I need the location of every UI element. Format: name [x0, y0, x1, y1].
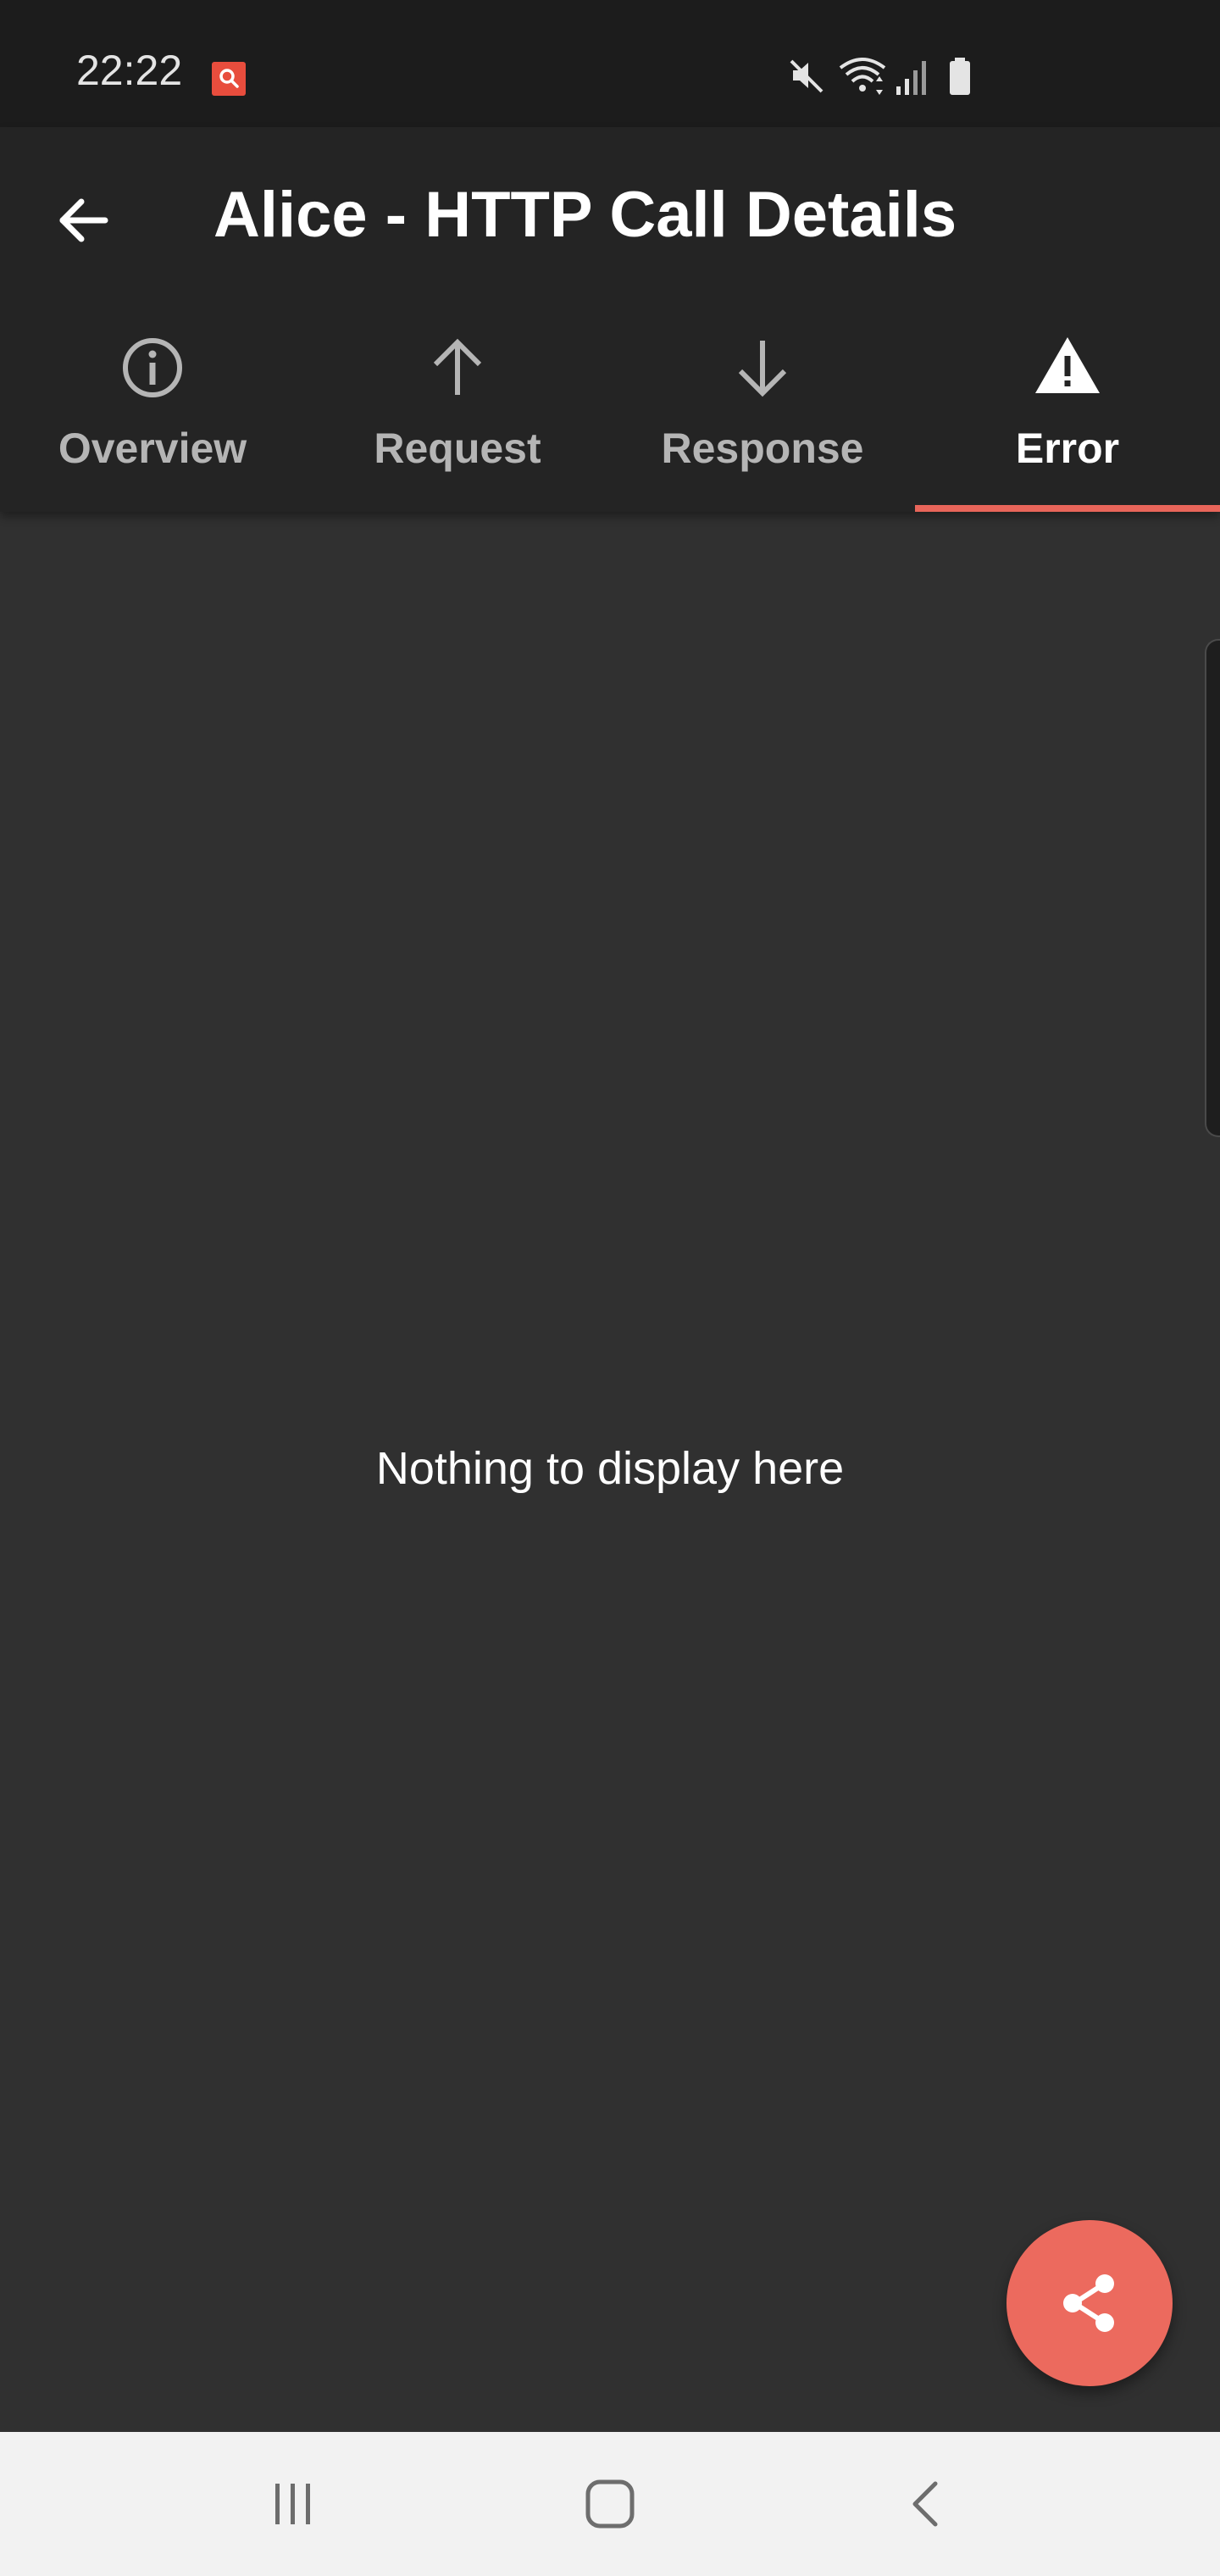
- app-bar: Alice - HTTP Call Details Overview Reque…: [0, 127, 1220, 512]
- status-bar: 22:22: [0, 0, 1220, 127]
- home-icon: [585, 2479, 635, 2529]
- tab-label: Overview: [58, 425, 247, 472]
- status-time: 22:22: [76, 47, 183, 94]
- tab-error[interactable]: Error: [915, 305, 1220, 512]
- back-icon: [912, 2481, 938, 2527]
- mute-icon: [790, 59, 824, 93]
- tab-label: Response: [661, 425, 864, 472]
- error-content-panel: Nothing to display here: [0, 512, 1220, 2432]
- back-button[interactable]: [39, 176, 127, 264]
- edge-panel-handle[interactable]: [1205, 639, 1220, 1137]
- page-title: Alice - HTTP Call Details: [214, 179, 957, 251]
- nav-back-button[interactable]: [884, 2462, 969, 2546]
- tab-response[interactable]: Response: [610, 305, 915, 512]
- active-tab-indicator: [915, 505, 1220, 512]
- empty-state-message: Nothing to display here: [375, 1443, 845, 1494]
- system-nav-bar: [0, 2432, 1220, 2576]
- tab-request[interactable]: Request: [305, 305, 610, 512]
- share-button[interactable]: [1006, 2220, 1173, 2386]
- tab-bar: Overview Request Response Error: [0, 305, 1220, 512]
- tab-label: Request: [374, 425, 541, 472]
- wifi-icon: [839, 58, 886, 95]
- warning-icon: [1035, 337, 1100, 393]
- tab-label: Error: [1015, 425, 1120, 472]
- arrow-up-icon: [433, 338, 482, 395]
- share-icon: [1063, 2274, 1114, 2332]
- arrow-left-icon: [59, 198, 108, 242]
- arrow-down-icon: [738, 341, 787, 397]
- tab-overview[interactable]: Overview: [0, 305, 305, 512]
- home-button[interactable]: [568, 2462, 652, 2546]
- recents-icon: [275, 2484, 310, 2524]
- search-notification-icon: [212, 62, 246, 96]
- info-icon: [123, 338, 182, 397]
- recents-button[interactable]: [251, 2462, 336, 2546]
- signal-icon: [896, 61, 926, 95]
- battery-icon: [950, 58, 970, 95]
